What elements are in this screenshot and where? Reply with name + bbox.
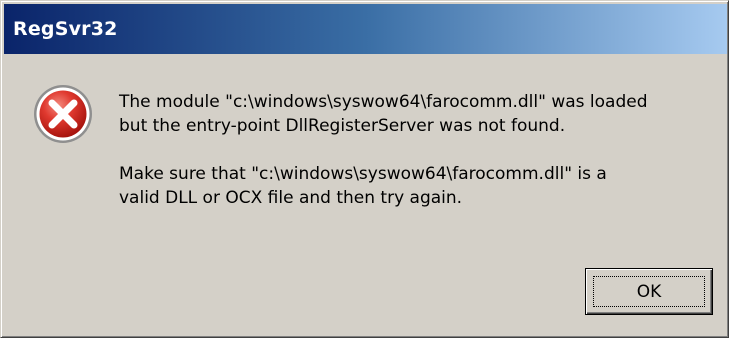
message-line: Make sure that "c:\windows\syswow64\faro… [119,164,607,184]
message-paragraph-2: Make sure that "c:\windows\syswow64\faro… [119,162,719,210]
ok-button[interactable]: OK [585,268,713,315]
focus-rectangle: OK [593,276,705,307]
message-paragraph-1: The module "c:\windows\syswow64\farocomm… [119,90,719,138]
window-title: RegSvr32 [13,18,118,40]
title-bar[interactable]: RegSvr32 [4,4,727,54]
message-text: The module "c:\windows\syswow64\farocomm… [119,90,719,210]
dialog-window: RegSvr32 The module "c:\windows\syswow64… [0,0,729,338]
message-line: The module "c:\windows\syswow64\farocomm… [119,92,648,112]
error-icon [31,82,95,146]
message-line: valid DLL or OCX file and then try again… [119,188,463,208]
ok-button-label: OK [636,281,662,302]
message-line: but the entry-point DllRegisterServer wa… [119,116,566,136]
